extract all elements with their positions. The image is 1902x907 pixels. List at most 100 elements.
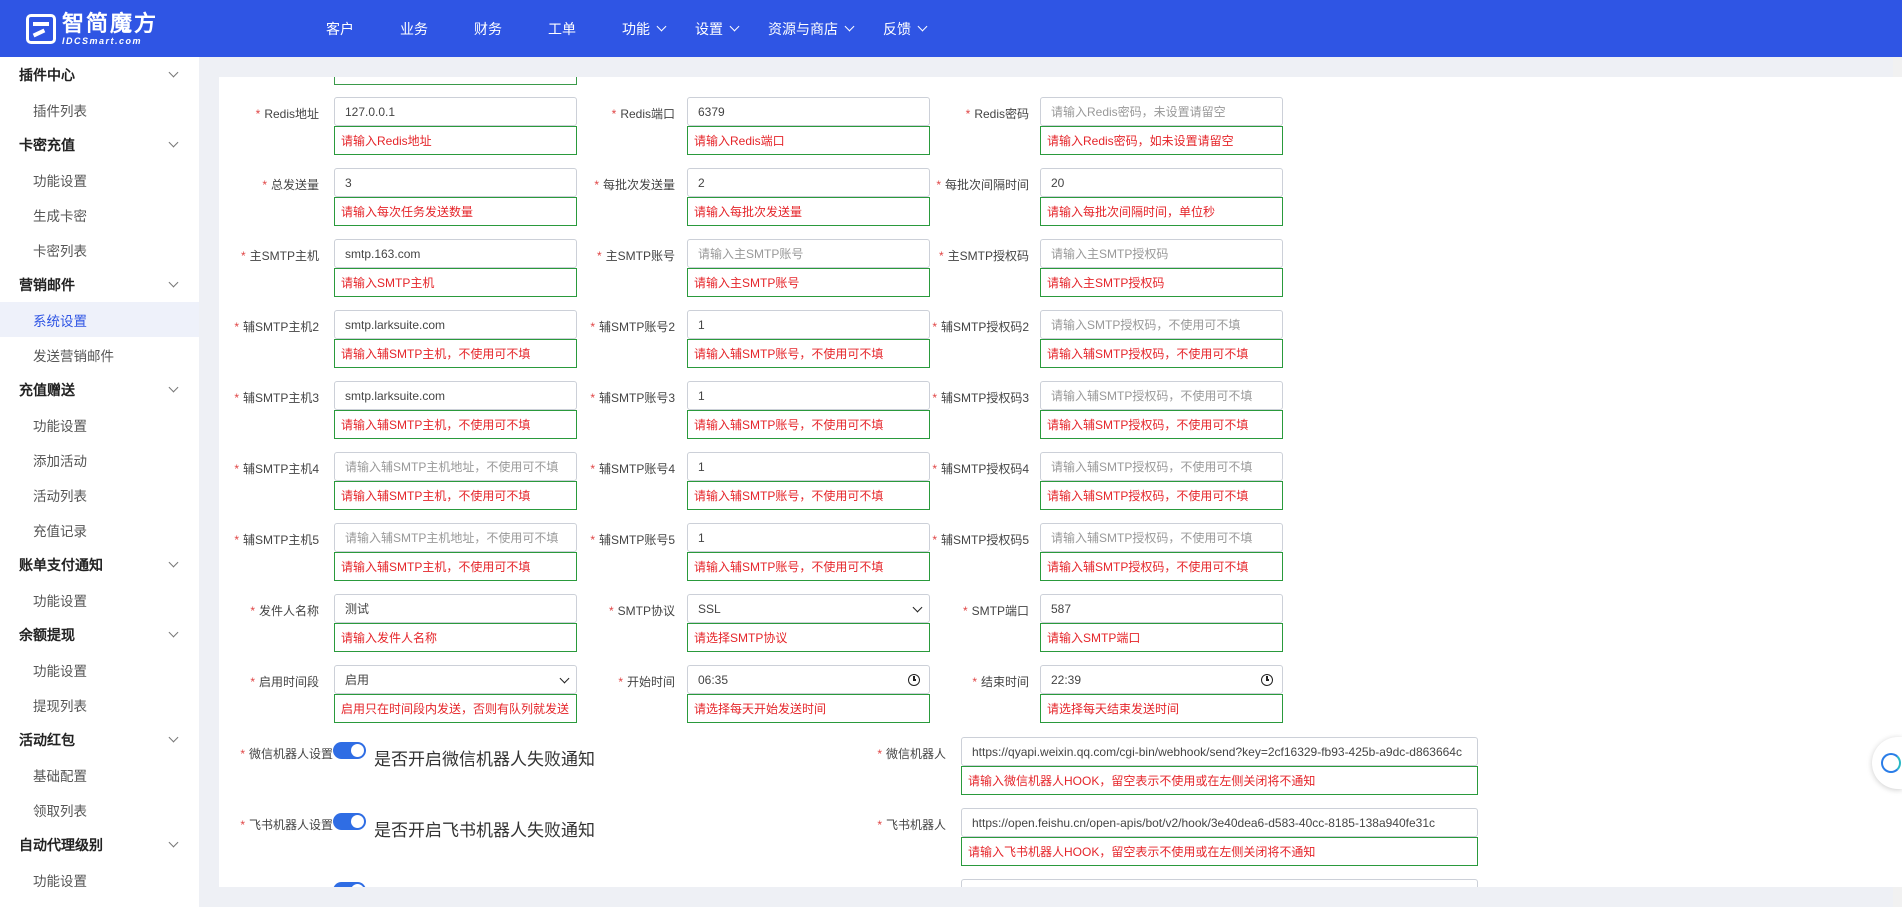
required-marker: * bbox=[234, 533, 239, 547]
text-input[interactable]: 2 bbox=[687, 168, 930, 197]
text-input[interactable]: smtp.larksuite.com bbox=[334, 310, 577, 339]
sidebar-item[interactable]: 充值记录 bbox=[0, 512, 199, 547]
text-input[interactable]: 请输入辅SMTP授权码，不使用可不填 bbox=[1040, 452, 1283, 481]
required-marker: * bbox=[936, 178, 941, 192]
field-label: * 主SMTP账号 bbox=[597, 247, 675, 264]
sidebar-item[interactable]: 卡密列表 bbox=[0, 232, 199, 267]
webhook-url-input[interactable] bbox=[961, 879, 1478, 887]
chevron-down-icon bbox=[168, 557, 179, 568]
text-input[interactable]: smtp.163.com bbox=[334, 239, 577, 268]
sidebar-item[interactable]: 功能设置 bbox=[0, 582, 199, 617]
input-value: 请输入主SMTP授权码 bbox=[1051, 247, 1169, 261]
sidebar-item[interactable]: 活动列表 bbox=[0, 477, 199, 512]
nav-item-label: 工单 bbox=[548, 20, 576, 37]
text-input[interactable]: 20 bbox=[1040, 168, 1283, 197]
chevron-down-icon bbox=[656, 21, 667, 32]
webhook-url-input[interactable]: https://open.feishu.cn/open-apis/bot/v2/… bbox=[961, 808, 1478, 837]
required-marker: * bbox=[255, 107, 261, 121]
sidebar-item[interactable]: 系统设置 bbox=[0, 302, 199, 337]
text-input[interactable]: 1 bbox=[687, 523, 930, 552]
robot-enable-toggle[interactable] bbox=[333, 742, 366, 759]
text-input[interactable]: 请输入辅SMTP主机地址，不使用可不填 bbox=[334, 523, 577, 552]
nav-item[interactable]: 工单 bbox=[548, 19, 576, 39]
required-marker: * bbox=[240, 249, 246, 263]
sidebar-item[interactable]: 领取列表 bbox=[0, 792, 199, 827]
sidebar-item-label: 提现列表 bbox=[33, 698, 87, 714]
sidebar-group[interactable]: 插件中心 bbox=[0, 57, 199, 92]
chevron-down-icon bbox=[168, 382, 179, 393]
sidebar-group[interactable]: 余额提现 bbox=[0, 617, 199, 652]
nav-item[interactable]: 功能 bbox=[622, 19, 667, 39]
required-marker: * bbox=[234, 320, 239, 334]
text-input[interactable]: smtp.larksuite.com bbox=[334, 381, 577, 410]
select-field[interactable]: 启用 bbox=[334, 665, 577, 694]
text-input[interactable]: 请输入主SMTP账号 bbox=[687, 239, 930, 268]
field-label: * 辅SMTP账号4 bbox=[590, 460, 675, 477]
text-input[interactable]: 请输入辅SMTP授权码，不使用可不填 bbox=[1040, 523, 1283, 552]
text-input[interactable]: 587 bbox=[1040, 594, 1283, 623]
sidebar-item[interactable]: 添加活动 bbox=[0, 442, 199, 477]
sidebar-group[interactable]: 账单支付通知 bbox=[0, 547, 199, 582]
support-icon bbox=[1881, 753, 1901, 773]
chevron-down-icon bbox=[917, 21, 928, 32]
nav-item[interactable]: 资源与商店 bbox=[768, 19, 855, 39]
text-input[interactable]: 3 bbox=[334, 168, 577, 197]
nav-item[interactable]: 客户 bbox=[326, 19, 354, 39]
app-logo[interactable]: 智简魔方 IDCSmart.com bbox=[26, 9, 176, 49]
text-input[interactable]: 测试 bbox=[334, 594, 577, 623]
sidebar-item[interactable]: 生成卡密 bbox=[0, 197, 199, 232]
nav-item[interactable]: 设置 bbox=[695, 19, 740, 39]
sidebar-item[interactable]: 功能设置 bbox=[0, 162, 199, 197]
settings-form: * Redis地址 127.0.0.1 请输入Redis地址 * Redis端口 6379 请… bbox=[219, 77, 1902, 887]
required-marker: * bbox=[877, 818, 882, 832]
chevron-down-icon bbox=[168, 837, 179, 848]
field-label-text: 辅SMTP授权码5 bbox=[940, 533, 1029, 547]
sidebar-group[interactable]: 活动红包 bbox=[0, 722, 199, 757]
sidebar-group[interactable]: 自动代理级别 bbox=[0, 827, 199, 862]
robot-enable-toggle[interactable] bbox=[333, 882, 366, 887]
text-input[interactable]: 请输入主SMTP授权码 bbox=[1040, 239, 1283, 268]
validation-message: 启用只在时间段内发送，否则有队列就发送 bbox=[334, 694, 577, 723]
sidebar-group[interactable]: 充值赠送 bbox=[0, 372, 199, 407]
sidebar-item-label: 插件列表 bbox=[33, 103, 87, 119]
nav-item[interactable]: 业务 bbox=[400, 19, 428, 39]
field-label-text: Redis端口 bbox=[620, 107, 675, 121]
select-field[interactable]: SSL bbox=[687, 594, 930, 623]
text-input[interactable]: 请输入辅SMTP主机地址，不使用可不填 bbox=[334, 452, 577, 481]
webhook-url-input[interactable]: https://qyapi.weixin.qq.com/cgi-bin/webh… bbox=[961, 737, 1478, 766]
input-value: 127.0.0.1 bbox=[345, 104, 396, 119]
clock-icon[interactable] bbox=[1261, 674, 1273, 686]
input-value: 6379 bbox=[698, 104, 725, 119]
sidebar-item[interactable]: 发送营销邮件 bbox=[0, 337, 199, 372]
previous-field-error-box bbox=[334, 77, 577, 85]
field-label: * 辅SMTP账号3 bbox=[590, 389, 675, 406]
text-input[interactable]: 6379 bbox=[687, 97, 930, 126]
text-input[interactable]: 1 bbox=[687, 310, 930, 339]
input-value: 1 bbox=[698, 459, 705, 474]
sidebar-item[interactable]: 提现列表 bbox=[0, 687, 199, 722]
field-label: * Redis密码 bbox=[966, 105, 1029, 122]
sidebar-item[interactable]: 插件列表 bbox=[0, 92, 199, 127]
sidebar-item[interactable]: 基础配置 bbox=[0, 757, 199, 792]
sidebar-group[interactable]: 营销邮件 bbox=[0, 267, 199, 302]
text-input[interactable]: 请输入SMTP授权码，不使用可不填 bbox=[1040, 310, 1283, 339]
text-input[interactable]: 1 bbox=[687, 381, 930, 410]
clock-icon[interactable] bbox=[908, 674, 920, 686]
sidebar-item[interactable]: 功能设置 bbox=[0, 407, 199, 442]
time-input[interactable]: 22:39 bbox=[1040, 665, 1283, 694]
text-input[interactable]: 127.0.0.1 bbox=[334, 97, 577, 126]
nav-item[interactable]: 财务 bbox=[474, 19, 502, 39]
time-input[interactable]: 06:35 bbox=[687, 665, 930, 694]
text-input[interactable]: 请输入辅SMTP授权码，不使用可不填 bbox=[1040, 381, 1283, 410]
nav-item[interactable]: 反馈 bbox=[883, 19, 928, 39]
validation-message: 请输入微信机器人HOOK，留空表示不使用或在左侧关闭将不通知 bbox=[961, 766, 1478, 795]
text-input[interactable]: 请输入Redis密码，未设置请留空 bbox=[1040, 97, 1283, 126]
sidebar-item[interactable]: 功能设置 bbox=[0, 652, 199, 687]
text-input[interactable]: 1 bbox=[687, 452, 930, 481]
validation-message: 请输入每批次间隔时间，单位秒 bbox=[1040, 197, 1283, 226]
required-marker: * bbox=[594, 178, 599, 192]
sidebar-group[interactable]: 卡密充值 bbox=[0, 127, 199, 162]
sidebar-item[interactable]: 功能设置 bbox=[0, 862, 199, 897]
robot-enable-toggle[interactable] bbox=[333, 813, 366, 830]
logo-title: 智简魔方 bbox=[62, 11, 159, 36]
